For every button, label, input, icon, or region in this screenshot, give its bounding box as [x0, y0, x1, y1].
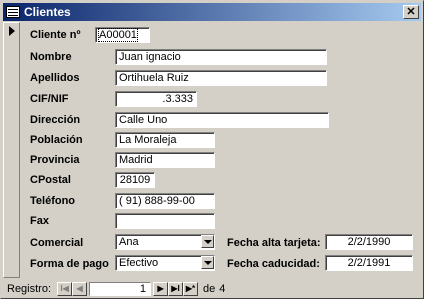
comercial-value: Ana	[119, 236, 139, 248]
close-button[interactable]: ✕	[403, 5, 419, 19]
fecha-alta-label: Fecha alta tarjeta:	[227, 237, 321, 249]
apellidos-label: Apellidos	[30, 72, 80, 84]
next-record-button[interactable]: ▶	[153, 282, 169, 296]
window-title: Clientes	[24, 5, 71, 19]
comercial-label: Comercial	[30, 237, 84, 249]
poblacion-field[interactable]: La Moraleja	[115, 132, 215, 148]
cpostal-field[interactable]: 28109	[115, 172, 155, 188]
registro-label: Registro:	[7, 283, 52, 295]
forma-pago-label: Forma de pago	[30, 258, 109, 270]
forma-pago-value: Efectivo	[119, 257, 159, 269]
record-navigation-bar: Registro: I◀ ◀ 1 ▶ ▶I ▶* de 4	[3, 281, 421, 297]
fecha-caducidad-field[interactable]: 2/2/1991	[325, 255, 413, 271]
cif-label: CIF/NIF	[30, 93, 69, 105]
telefono-label: Teléfono	[30, 195, 76, 207]
cpostal-label: CPostal	[30, 174, 71, 186]
fecha-caducidad-label: Fecha caducidad:	[227, 258, 320, 270]
last-record-button[interactable]: ▶I	[168, 282, 184, 296]
total-records: 4	[219, 283, 226, 295]
nombre-field[interactable]: Juan ignacio	[115, 49, 327, 65]
fax-label: Fax	[30, 215, 49, 227]
comercial-combo[interactable]: Ana	[115, 234, 215, 250]
nombre-label: Nombre	[30, 51, 72, 63]
telefono-field[interactable]: ( 91) 888-99-00	[115, 193, 215, 209]
previous-record-button[interactable]: ◀	[72, 282, 88, 296]
form-icon[interactable]	[6, 6, 20, 18]
of-label: de	[203, 283, 216, 295]
current-record-arrow-icon	[9, 26, 15, 36]
cliente-field[interactable]: A00001	[95, 27, 150, 43]
fecha-alta-field[interactable]: 2/2/1990	[325, 234, 413, 250]
cliente-label: Cliente nº	[30, 29, 81, 41]
forma-pago-combo[interactable]: Efectivo	[115, 255, 215, 271]
poblacion-label: Población	[30, 134, 83, 146]
forma-pago-dropdown-icon[interactable]	[201, 256, 214, 269]
provincia-label: Provincia	[30, 154, 80, 166]
first-record-button[interactable]: I◀	[57, 282, 73, 296]
title-bar[interactable]: Clientes ✕	[3, 3, 421, 21]
provincia-field[interactable]: Madrid	[115, 152, 215, 168]
record-selector[interactable]	[3, 22, 20, 278]
direccion-label: Dirección	[30, 114, 81, 126]
new-record-button[interactable]: ▶*	[183, 282, 199, 296]
current-record-field[interactable]: 1	[89, 282, 152, 296]
clientes-window: Clientes ✕ Cliente nº A00001 Nombre Juan…	[0, 0, 424, 299]
cif-field[interactable]: .3.333	[115, 91, 197, 107]
cliente-value: A00001	[98, 28, 138, 42]
direccion-field[interactable]: Calle Uno	[115, 112, 329, 128]
comercial-dropdown-icon[interactable]	[201, 235, 214, 248]
fax-field[interactable]	[115, 213, 215, 229]
apellidos-field[interactable]: Ortihuela Ruiz	[115, 70, 327, 86]
